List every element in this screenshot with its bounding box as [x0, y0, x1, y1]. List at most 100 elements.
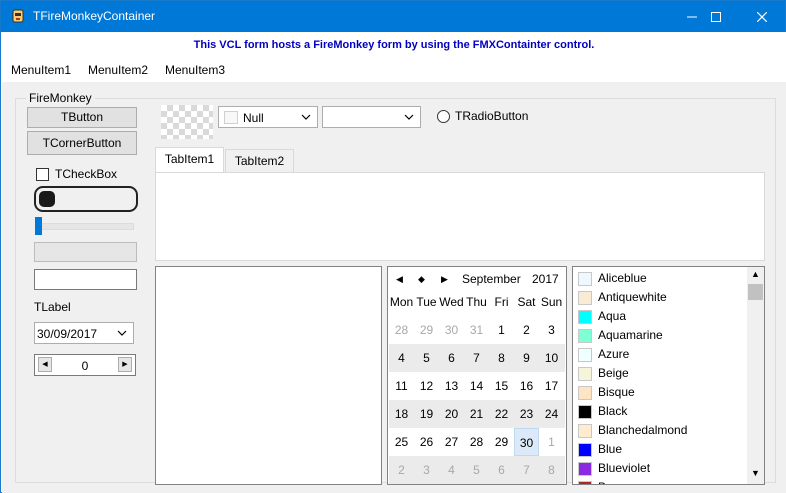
- calendar[interactable]: ◀ ◆ ▶ September 2017 Mon Tue Wed Thu Fri…: [387, 266, 567, 485]
- color-list-item[interactable]: Aqua: [574, 307, 746, 326]
- menu-item-2[interactable]: MenuItem2: [88, 63, 148, 77]
- calendar-day[interactable]: 19: [414, 400, 439, 428]
- calendar-prev-button[interactable]: ◀: [396, 274, 403, 285]
- color-swatch: [578, 481, 592, 484]
- calendar-day[interactable]: 20: [439, 400, 464, 428]
- calendar-day[interactable]: 31: [464, 316, 489, 344]
- calendar-day[interactable]: 23: [514, 400, 539, 428]
- calendar-day[interactable]: 21: [464, 400, 489, 428]
- color-name: Blue: [598, 442, 623, 456]
- chevron-down-icon: [404, 114, 414, 120]
- color-list-item[interactable]: Black: [574, 402, 746, 421]
- tab-item-1[interactable]: TabItem1: [155, 147, 224, 173]
- calendar-day[interactable]: 7: [464, 344, 489, 372]
- spin-box[interactable]: ◀ 0 ▶: [34, 354, 136, 376]
- calendar-day[interactable]: 13: [439, 372, 464, 400]
- menu-item-3[interactable]: MenuItem3: [165, 63, 225, 77]
- date-edit[interactable]: 30/09/2017: [34, 322, 134, 344]
- calendar-day[interactable]: 16: [514, 372, 539, 400]
- calendar-day[interactable]: 5: [414, 344, 439, 372]
- calendar-next-button[interactable]: ▶: [441, 274, 448, 285]
- calendar-day[interactable]: 10: [539, 344, 564, 372]
- calendar-day[interactable]: 28: [389, 316, 414, 344]
- color-list-item[interactable]: Azure: [574, 345, 746, 364]
- vertical-scrollbar[interactable]: ▲ ▼: [747, 267, 764, 484]
- weekday-label: Sun: [540, 295, 563, 309]
- color-combo[interactable]: Null: [218, 106, 318, 128]
- calendar-day[interactable]: 8: [489, 344, 514, 372]
- color-list-item[interactable]: Blanchedalmond: [574, 421, 746, 440]
- calendar-day[interactable]: 3: [539, 316, 564, 344]
- radio-button[interactable]: [437, 110, 450, 123]
- color-name: Beige: [598, 366, 629, 380]
- color-swatch: [578, 272, 592, 286]
- spin-right-button[interactable]: ▶: [118, 357, 132, 372]
- calendar-day[interactable]: 17: [539, 372, 564, 400]
- calendar-day[interactable]: 6: [439, 344, 464, 372]
- color-listbox[interactable]: Aliceblue Antiquewhite Aqua Aquamarine Azure…: [572, 266, 765, 485]
- color-list-item[interactable]: Aquamarine: [574, 326, 746, 345]
- calendar-day[interactable]: 26: [414, 428, 439, 456]
- combo-box[interactable]: [322, 106, 421, 128]
- calendar-day[interactable]: 1: [489, 316, 514, 344]
- color-list-item[interactable]: Beige: [574, 364, 746, 383]
- calendar-day[interactable]: 5: [464, 456, 489, 484]
- memo-panel[interactable]: [155, 266, 382, 485]
- color-list-item[interactable]: Blueviolet: [574, 459, 746, 478]
- calendar-day[interactable]: 25: [389, 428, 414, 456]
- menu-item-1[interactable]: MenuItem1: [11, 63, 71, 77]
- calendar-day[interactable]: 4: [439, 456, 464, 484]
- scroll-thumb[interactable]: [748, 284, 763, 300]
- color-name: Black: [598, 404, 628, 418]
- color-list-item[interactable]: Brown: [574, 478, 746, 484]
- maximize-button[interactable]: [693, 1, 739, 32]
- tab-panel: [155, 172, 765, 261]
- calendar-day[interactable]: 1: [539, 428, 564, 456]
- calendar-day[interactable]: 28: [464, 428, 489, 456]
- calendar-day[interactable]: 11: [389, 372, 414, 400]
- trackbar-thumb[interactable]: [35, 217, 42, 235]
- title-bar[interactable]: TFireMonkeyContainer: [1, 1, 785, 32]
- trackbar-track: [35, 223, 134, 230]
- calendar-day[interactable]: 2: [389, 456, 414, 484]
- calendar-day[interactable]: 6: [489, 456, 514, 484]
- color-swatch: [578, 310, 592, 324]
- calendar-day[interactable]: 22: [489, 400, 514, 428]
- tbutton[interactable]: TButton: [27, 107, 137, 128]
- calendar-day[interactable]: 30: [439, 316, 464, 344]
- calendar-day[interactable]: 29: [414, 316, 439, 344]
- close-button[interactable]: [739, 1, 785, 32]
- calendar-day[interactable]: 3: [414, 456, 439, 484]
- color-combo-value: Null: [243, 111, 264, 125]
- calendar-day[interactable]: 18: [389, 400, 414, 428]
- calendar-day[interactable]: 8: [539, 456, 564, 484]
- color-name: Aqua: [598, 309, 627, 323]
- calendar-day[interactable]: 29: [489, 428, 514, 456]
- weekday-label: Mon: [389, 295, 414, 309]
- calendar-day[interactable]: 15: [489, 372, 514, 400]
- calendar-day-selected[interactable]: 30: [514, 428, 539, 456]
- color-list-item[interactable]: Bisque: [574, 383, 746, 402]
- color-list-item[interactable]: Aliceblue: [574, 269, 746, 288]
- toggle-switch[interactable]: [34, 186, 138, 212]
- color-list-item[interactable]: Antiquewhite: [574, 288, 746, 307]
- calendar-day[interactable]: 24: [539, 400, 564, 428]
- calendar-day[interactable]: 14: [464, 372, 489, 400]
- tcorner-button[interactable]: TCornerButton: [27, 131, 137, 155]
- calendar-day[interactable]: 4: [389, 344, 414, 372]
- text-edit[interactable]: [34, 269, 137, 290]
- checkbox[interactable]: [36, 168, 49, 181]
- scroll-up-icon[interactable]: ▲: [751, 269, 760, 279]
- color-swatch: [578, 424, 592, 438]
- calendar-day[interactable]: 9: [514, 344, 539, 372]
- color-list-item[interactable]: Blue: [574, 440, 746, 459]
- chevron-down-icon: [117, 330, 127, 336]
- calendar-day[interactable]: 12: [414, 372, 439, 400]
- calendar-day[interactable]: 27: [439, 428, 464, 456]
- progress-bar: [34, 242, 137, 262]
- tab-item-2[interactable]: TabItem2: [225, 149, 294, 173]
- calendar-day[interactable]: 7: [514, 456, 539, 484]
- calendar-today-button[interactable]: ◆: [418, 274, 425, 285]
- calendar-day[interactable]: 2: [514, 316, 539, 344]
- scroll-down-icon[interactable]: ▼: [751, 468, 760, 478]
